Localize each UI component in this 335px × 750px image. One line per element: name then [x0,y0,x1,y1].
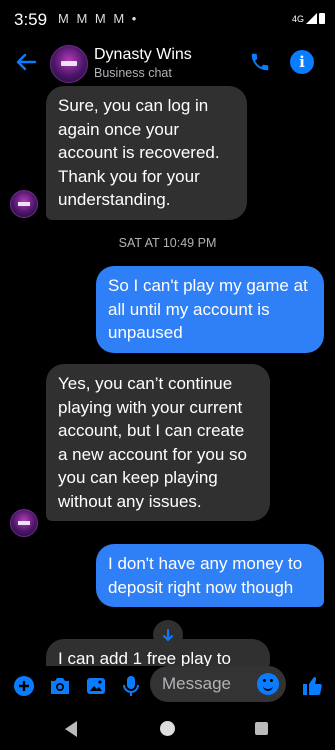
status-right: 4G [292,13,325,24]
camera-icon[interactable] [48,674,72,698]
message-thread[interactable]: Sure, you can log in again once your acc… [0,86,335,666]
emoji-icon[interactable] [257,673,279,695]
message-bubble[interactable]: I don't have any money to deposit right … [96,544,324,607]
chat-title[interactable]: Dynasty Wins [94,46,192,64]
gallery-icon[interactable] [84,674,108,698]
status-time: 3:59 [14,10,48,29]
nav-home-icon[interactable] [160,721,175,736]
chevron-down-icon [163,629,173,642]
notification-icons: M M M M • [58,11,139,26]
composer: Message [0,666,335,706]
message-bubble[interactable]: Sure, you can log in again once your acc… [46,86,247,220]
phone-icon[interactable] [246,48,274,76]
battery-icon [319,13,325,24]
sender-avatar [10,509,38,537]
signal-icon [306,13,317,24]
timestamp: SAT AT 10:49 PM [118,236,217,250]
nav-back-icon[interactable] [65,721,77,737]
avatar[interactable] [50,45,88,83]
status-bar: 3:59 M M M M • 4G [0,0,335,40]
scroll-down-button[interactable] [153,620,183,650]
plus-icon[interactable] [12,674,36,698]
message-bubble[interactable]: Yes, you can’t continue playing with you… [46,364,270,521]
message-input[interactable]: Message [150,666,286,702]
network-label: 4G [291,13,304,24]
message-bubble[interactable]: So I can't play my game at all until my … [96,266,324,353]
info-icon[interactable]: i [290,50,314,74]
back-arrow-icon[interactable] [10,46,42,78]
message-placeholder: Message [162,674,231,693]
system-navbar [0,710,335,750]
like-icon[interactable] [300,674,324,698]
sender-avatar [10,190,38,218]
chat-subtitle: Business chat [94,66,172,80]
mic-icon[interactable] [119,674,143,698]
nav-recent-icon[interactable] [255,722,268,735]
chat-header: Dynasty Wins Business chat i [0,40,335,86]
